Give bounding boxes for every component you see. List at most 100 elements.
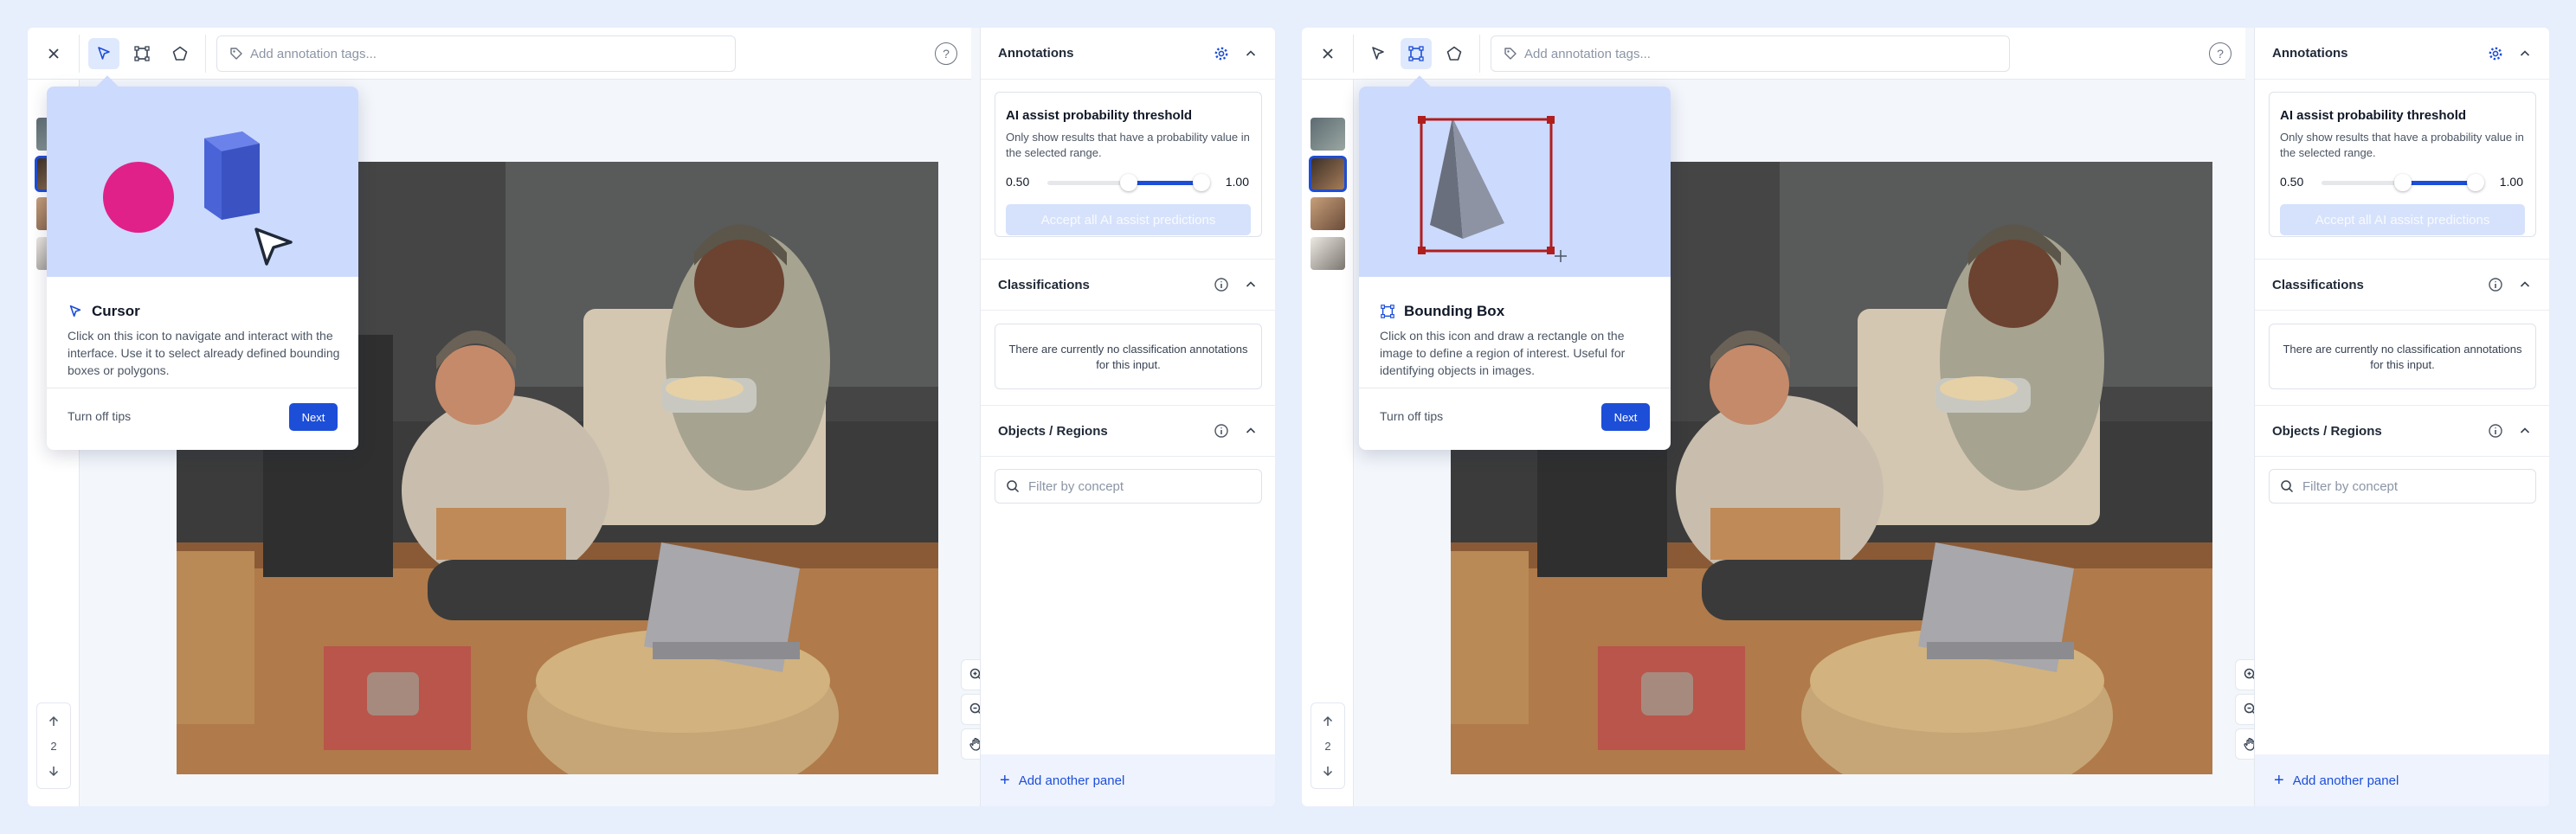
ai-assist-title: AI assist probability threshold bbox=[2280, 108, 2467, 123]
close-icon bbox=[48, 48, 59, 59]
cursor-icon bbox=[69, 305, 81, 318]
page-number: 2 bbox=[1324, 739, 1331, 753]
chevron-up-icon[interactable] bbox=[1243, 423, 1259, 439]
objects-title: Objects / Regions bbox=[2272, 423, 2382, 439]
slider-low-handle[interactable] bbox=[1120, 174, 1137, 191]
turn-off-tips-link[interactable]: Turn off tips bbox=[1380, 409, 1443, 423]
plus-icon: + bbox=[1000, 770, 1010, 790]
slider-track[interactable] bbox=[1047, 174, 1210, 191]
add-panel-label: Add another panel bbox=[2292, 773, 2399, 788]
classifications-empty-card: There are currently no classification an… bbox=[995, 324, 1262, 389]
classifications-title: Classifications bbox=[998, 277, 1090, 292]
info-icon[interactable] bbox=[1214, 423, 1229, 439]
chevron-up-icon[interactable] bbox=[2517, 423, 2533, 439]
filter-placeholder: Filter by concept bbox=[1028, 478, 1124, 494]
turn-off-tips-link[interactable]: Turn off tips bbox=[68, 409, 131, 423]
page-number: 2 bbox=[50, 739, 57, 753]
add-panel-label: Add another panel bbox=[1018, 773, 1125, 788]
left-sidebar: 2 i bbox=[1302, 80, 1354, 806]
slider-high-handle[interactable] bbox=[1193, 174, 1210, 191]
classifications-header: Classifications bbox=[2255, 259, 2549, 311]
toolbar-divider bbox=[1479, 35, 1480, 73]
close-button[interactable] bbox=[1312, 38, 1343, 69]
slider-low-handle[interactable] bbox=[2394, 174, 2412, 191]
annotation-tags-input[interactable]: Add annotation tags... bbox=[216, 35, 736, 72]
bounding-box-icon bbox=[1381, 305, 1394, 318]
filter-by-concept-input[interactable]: Filter by concept bbox=[995, 469, 1262, 504]
cursor-tool-button[interactable] bbox=[1362, 38, 1394, 69]
classifications-title: Classifications bbox=[2272, 277, 2364, 292]
arrow-up-icon[interactable] bbox=[1321, 715, 1335, 728]
info-icon[interactable] bbox=[2488, 277, 2503, 292]
annotation-tags-placeholder: Add annotation tags... bbox=[1524, 46, 1651, 61]
next-button[interactable]: Next bbox=[289, 403, 338, 431]
tip-title: Cursor bbox=[68, 303, 140, 320]
accept-ai-predictions-button[interactable]: Accept all AI assist predictions bbox=[2280, 204, 2525, 235]
filter-by-concept-input[interactable]: Filter by concept bbox=[2269, 469, 2536, 504]
tip-popover-bounding-box: Bounding Box Click on this icon and draw… bbox=[1359, 75, 1671, 450]
tip-title-text: Cursor bbox=[92, 303, 140, 319]
probability-range-slider[interactable]: 0.50 1.00 bbox=[995, 170, 1261, 196]
top-toolbar: Add annotation tags... ? bbox=[1302, 28, 2245, 80]
chevron-up-icon[interactable] bbox=[1243, 277, 1259, 292]
info-icon[interactable] bbox=[1214, 277, 1229, 292]
objects-header: Objects / Regions bbox=[2255, 405, 2549, 457]
chevron-up-icon[interactable] bbox=[1243, 46, 1259, 61]
next-button[interactable]: Next bbox=[1601, 403, 1650, 431]
annotations-title: Annotations bbox=[2272, 46, 2348, 61]
annotation-screen-bounding-box: Add annotation tags... ? 2 i bbox=[1302, 28, 2549, 806]
gear-icon[interactable] bbox=[1214, 46, 1229, 61]
add-another-panel-button[interactable]: + Add another panel bbox=[2255, 754, 2549, 806]
bounding-box-icon bbox=[1408, 46, 1424, 61]
tip-title: Bounding Box bbox=[1380, 303, 1504, 320]
chevron-up-icon[interactable] bbox=[2517, 46, 2533, 61]
range-high-value: 1.00 bbox=[1225, 175, 1249, 189]
cursor-illustration bbox=[103, 132, 293, 266]
arrow-down-icon[interactable] bbox=[1321, 764, 1335, 778]
slider-high-handle[interactable] bbox=[2467, 174, 2484, 191]
arrow-up-icon[interactable] bbox=[47, 715, 61, 728]
top-toolbar: Add annotation tags... ? bbox=[28, 28, 971, 80]
bounding-box-illustration bbox=[1418, 116, 1567, 262]
polygon-tool-button[interactable] bbox=[1439, 38, 1470, 69]
tip-body: Click on this icon and draw a rectangle … bbox=[1380, 329, 1626, 377]
tag-icon bbox=[1504, 48, 1517, 60]
ai-assist-card: AI assist probability threshold Only sho… bbox=[2269, 92, 2536, 237]
polygon-tool-button[interactable] bbox=[164, 38, 196, 69]
gear-icon[interactable] bbox=[2488, 46, 2503, 61]
page-navigator: 2 bbox=[1311, 702, 1345, 789]
bounding-box-tool-button[interactable] bbox=[1401, 38, 1432, 69]
annotation-tags-input[interactable]: Add annotation tags... bbox=[1491, 35, 2010, 72]
help-button[interactable]: ? bbox=[2209, 42, 2231, 65]
cursor-tool-button[interactable] bbox=[88, 38, 119, 69]
thumbnail[interactable] bbox=[1311, 118, 1345, 151]
range-low-value: 0.50 bbox=[2280, 175, 2304, 189]
objects-title: Objects / Regions bbox=[998, 423, 1108, 439]
add-another-panel-button[interactable]: + Add another panel bbox=[981, 754, 1275, 806]
tip-illustration bbox=[1359, 87, 1671, 277]
accept-ai-predictions-button[interactable]: Accept all AI assist predictions bbox=[1006, 204, 1251, 235]
thumbnail[interactable] bbox=[1311, 237, 1345, 270]
bounding-box-tool-button[interactable] bbox=[126, 38, 158, 69]
no-classifications-text: There are currently no classification an… bbox=[2283, 343, 2522, 371]
close-button[interactable] bbox=[38, 38, 69, 69]
polygon-icon bbox=[172, 46, 188, 61]
info-icon[interactable] bbox=[2488, 423, 2503, 439]
help-button[interactable]: ? bbox=[935, 42, 957, 65]
slider-fill bbox=[2403, 181, 2476, 185]
probability-range-slider[interactable]: 0.50 1.00 bbox=[2270, 170, 2535, 196]
chevron-up-icon[interactable] bbox=[2517, 277, 2533, 292]
objects-header: Objects / Regions bbox=[981, 405, 1275, 457]
thumbnail[interactable] bbox=[1311, 197, 1345, 230]
range-high-value: 1.00 bbox=[2499, 175, 2523, 189]
annotations-panel: Annotations AI assist probability thresh… bbox=[2254, 28, 2549, 806]
cursor-icon bbox=[1372, 47, 1384, 60]
tip-title-text: Bounding Box bbox=[1404, 303, 1505, 319]
filter-placeholder: Filter by concept bbox=[2302, 478, 2399, 494]
slider-track[interactable] bbox=[2322, 174, 2484, 191]
annotations-header: Annotations bbox=[981, 28, 1275, 80]
thumbnail-selected[interactable] bbox=[1309, 156, 1347, 192]
ai-assist-description: Only show results that have a probabilit… bbox=[2280, 131, 2524, 159]
toolbar-divider bbox=[79, 35, 80, 73]
arrow-down-icon[interactable] bbox=[47, 764, 61, 778]
